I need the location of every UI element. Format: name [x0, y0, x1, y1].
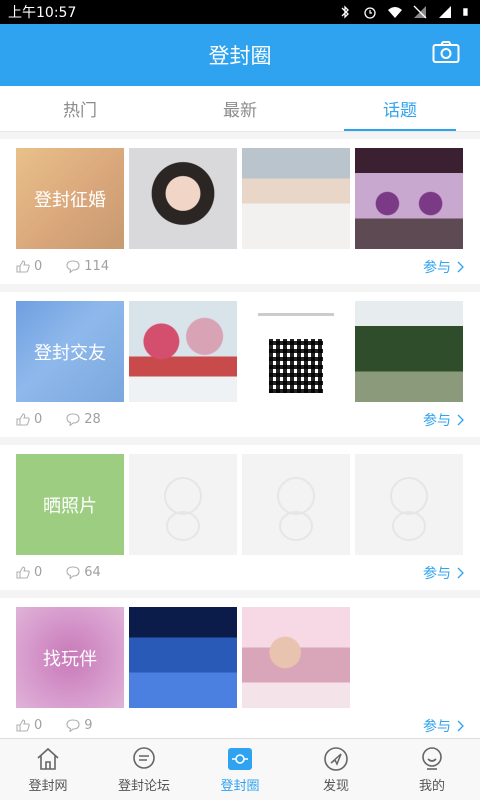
chat-bubble-icon	[133, 746, 155, 769]
bluetooth-icon	[341, 5, 349, 19]
topic-cover-image[interactable]: 登封征婚	[16, 148, 124, 249]
topic-title: 登封征婚	[34, 189, 106, 211]
chevron-right-icon	[457, 414, 464, 425]
join-label: 参与	[423, 565, 451, 582]
topic-meta: 0 28 参与	[16, 402, 464, 437]
join-button[interactable]: 参与	[423, 410, 464, 430]
nav-discover-label: 发现	[322, 778, 349, 794]
comment-count: 114	[84, 259, 110, 274]
topic-cover-image[interactable]: 晒照片	[16, 454, 124, 555]
signal-3g-icon	[439, 6, 451, 18]
topic-card[interactable]: 登封征婚 0 114 参与	[0, 139, 480, 284]
nav-forum[interactable]: 登封论坛	[96, 739, 192, 800]
compass-icon	[324, 746, 348, 771]
nav-circle-label: 登封圈	[220, 778, 260, 794]
qr-code-image	[269, 339, 323, 393]
profile-icon	[422, 746, 442, 770]
like-count: 0	[34, 259, 43, 274]
post-photo[interactable]	[242, 148, 350, 249]
wifi-icon	[388, 7, 402, 18]
comment-count: 9	[84, 718, 93, 733]
topic-card[interactable]: 晒照片 0 64 参与	[0, 445, 480, 590]
join-label: 参与	[423, 412, 451, 429]
join-label: 参与	[423, 259, 451, 276]
comment-icon[interactable]	[66, 566, 80, 579]
placeholder-image[interactable]	[355, 454, 463, 555]
topic-meta: 0 114 参与	[16, 249, 464, 284]
post-photo[interactable]	[129, 607, 237, 708]
status-time: 上午10:57	[8, 5, 77, 21]
comment-icon[interactable]	[66, 260, 80, 273]
bottom-nav: 登封网 登封论坛 登封圈 发现 我的	[0, 738, 480, 800]
post-photo[interactable]	[355, 148, 463, 249]
topic-title: 登封交友	[34, 342, 106, 364]
page-title: 登封圈	[208, 44, 272, 68]
post-photo[interactable]	[242, 301, 350, 402]
tab-latest[interactable]: 最新	[160, 86, 320, 131]
like-icon[interactable]	[16, 566, 30, 579]
topic-title: 找玩伴	[43, 648, 97, 670]
post-photo[interactable]	[242, 607, 350, 708]
chevron-right-icon	[457, 720, 464, 731]
status-bar: 上午10:57	[0, 0, 480, 24]
battery-icon	[463, 8, 468, 16]
post-photo[interactable]	[355, 301, 463, 402]
join-button[interactable]: 参与	[423, 716, 464, 736]
like-count: 0	[34, 412, 43, 427]
alarm-icon	[364, 7, 376, 19]
join-button[interactable]: 参与	[423, 257, 464, 277]
nav-discover[interactable]: 发现	[288, 739, 384, 800]
nav-home[interactable]: 登封网	[0, 739, 96, 800]
comment-icon[interactable]	[66, 413, 80, 426]
topic-list[interactable]: 登封征婚 0 114 参与 登封交友 0 28 参与 晒照片 0 64 参与 找…	[0, 139, 480, 738]
placeholder-image[interactable]	[129, 454, 237, 555]
comment-icon[interactable]	[66, 719, 80, 732]
tab-bar: 热门 最新 话题	[0, 86, 480, 132]
chevron-right-icon	[457, 261, 464, 272]
topic-cover-image[interactable]: 登封交友	[16, 301, 124, 402]
placeholder-mascot-icon	[390, 477, 428, 541]
nav-profile[interactable]: 我的	[384, 739, 480, 800]
topic-card[interactable]: 登封交友 0 28 参与	[0, 292, 480, 437]
post-photo[interactable]	[129, 301, 237, 402]
chevron-right-icon	[457, 567, 464, 578]
topic-meta: 0 64 参与	[16, 555, 464, 590]
comment-count: 28	[84, 412, 101, 427]
nav-home-label: 登封网	[28, 778, 68, 794]
post-photo[interactable]	[129, 148, 237, 249]
tab-hot[interactable]: 热门	[0, 86, 160, 131]
join-label: 参与	[423, 718, 451, 735]
comment-count: 64	[84, 565, 101, 580]
topic-cover-image[interactable]: 找玩伴	[16, 607, 124, 708]
camera-icon[interactable]	[432, 40, 460, 64]
signal-muted-icon	[413, 5, 427, 19]
placeholder-mascot-icon	[164, 477, 202, 541]
camera-circle-icon	[228, 747, 252, 770]
nav-circle[interactable]: 登封圈	[192, 739, 288, 800]
topic-title: 晒照片	[43, 495, 97, 517]
join-button[interactable]: 参与	[423, 563, 464, 583]
like-icon[interactable]	[16, 260, 30, 273]
app-bar: 登封圈	[0, 24, 480, 86]
like-count: 0	[34, 718, 43, 733]
topic-card[interactable]: 找玩伴 0 9 参与	[0, 598, 480, 738]
placeholder-image[interactable]	[242, 454, 350, 555]
qr-caption-lines	[258, 313, 334, 316]
like-icon[interactable]	[16, 413, 30, 426]
like-icon[interactable]	[16, 719, 30, 732]
placeholder-mascot-icon	[277, 477, 315, 541]
status-icons	[337, 5, 472, 19]
nav-profile-label: 我的	[418, 778, 445, 794]
topic-meta: 0 9 参与	[16, 708, 464, 738]
like-count: 0	[34, 565, 43, 580]
tab-topics[interactable]: 话题	[320, 86, 480, 131]
nav-forum-label: 登封论坛	[117, 778, 170, 794]
home-icon	[37, 747, 59, 770]
